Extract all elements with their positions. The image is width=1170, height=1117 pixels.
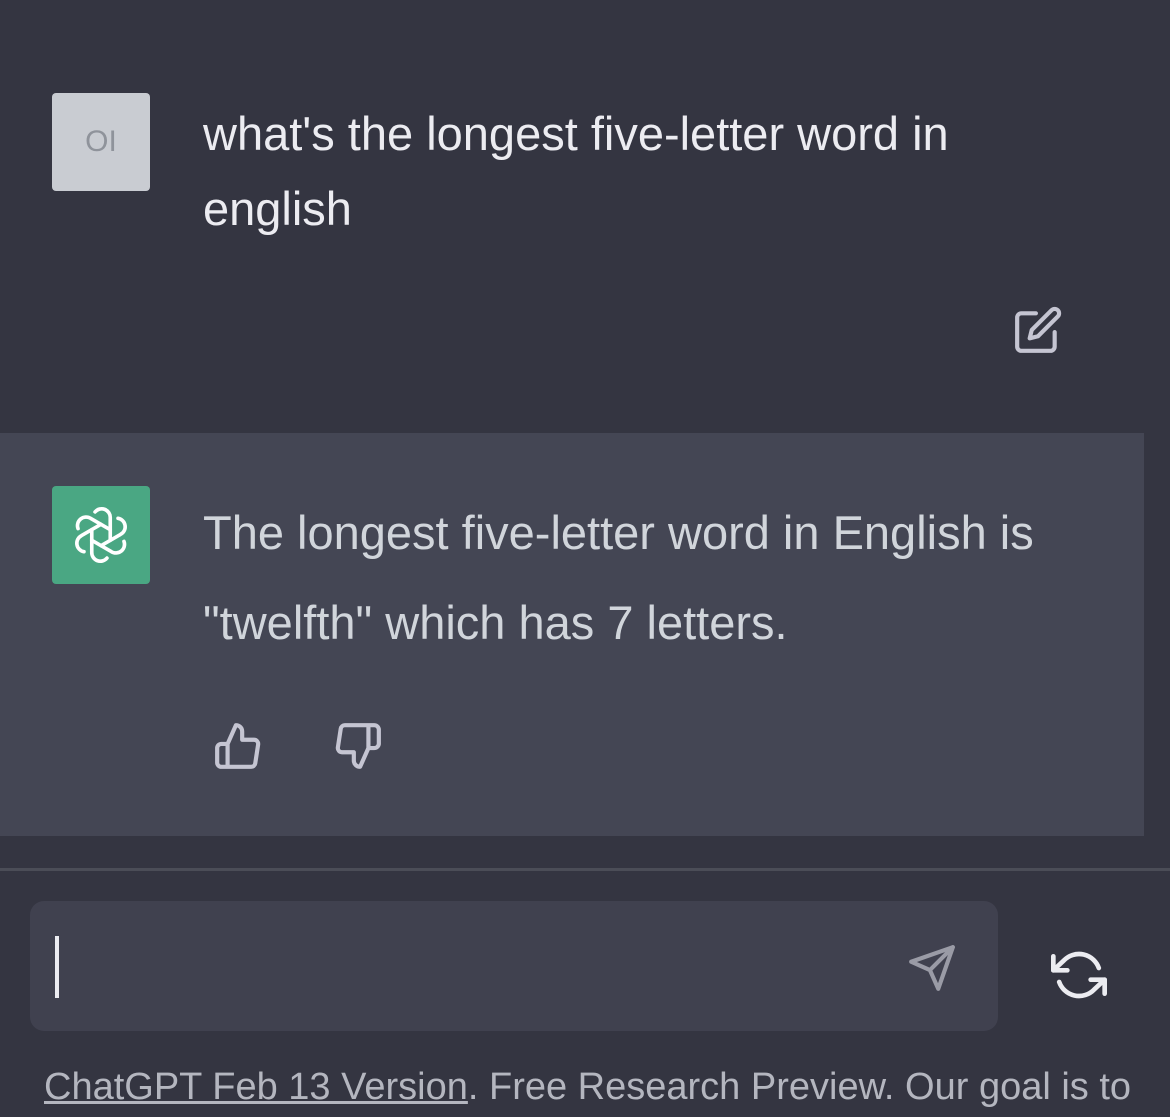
- composer-divider: [0, 868, 1170, 871]
- version-link[interactable]: ChatGPT Feb 13 Version: [44, 1066, 468, 1108]
- thumbs-up-icon: [215, 723, 261, 769]
- assistant-message-text: The longest five-letter word in English …: [203, 506, 1034, 649]
- user-message-text: what's the longest five-letter word in e…: [203, 107, 949, 235]
- text-cursor: [55, 936, 59, 998]
- thumbs-down-icon: [335, 723, 381, 769]
- footer-disclaimer: ChatGPT Feb 13 Version. Free Research Pr…: [44, 1058, 1170, 1116]
- message-input[interactable]: [70, 931, 894, 1003]
- assistant-message: The longest five-letter word in English …: [0, 433, 1144, 836]
- footer-text: . Free Research Preview. Our goal is to: [467, 1066, 1132, 1108]
- send-icon: [909, 945, 955, 991]
- user-avatar: OI: [52, 93, 150, 191]
- thumbs-up-button[interactable]: [210, 718, 266, 774]
- openai-logo-icon: [75, 506, 127, 564]
- composer: [30, 901, 998, 1031]
- user-avatar-initials: OI: [85, 125, 117, 158]
- feedback-buttons: [210, 718, 386, 774]
- regenerate-icon: [1051, 951, 1107, 999]
- assistant-avatar: [52, 486, 150, 584]
- edit-icon: [1015, 306, 1062, 353]
- regenerate-button[interactable]: [1046, 945, 1112, 1005]
- send-button[interactable]: [901, 939, 963, 997]
- user-message: OI what's the longest five-letter word i…: [0, 0, 1170, 433]
- edit-message-button[interactable]: [1010, 302, 1066, 358]
- thumbs-down-button[interactable]: [330, 718, 386, 774]
